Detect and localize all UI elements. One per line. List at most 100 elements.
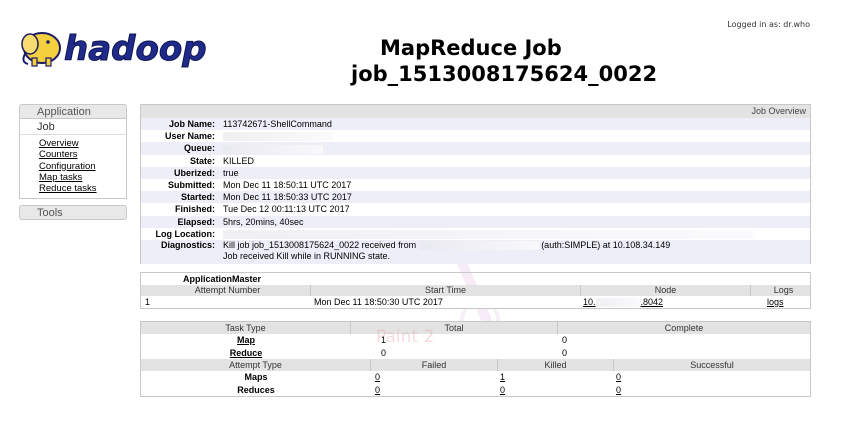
table-row: Reduce 0 0 [141,346,810,360]
attempt-header-row: Attempt Type Failed Killed Successful [141,359,810,371]
attempt-type: Maps [244,372,268,382]
attempt-killed-cell: 0 [498,384,614,397]
page-title-line1: MapReduce Job [380,36,562,60]
task-type-cell: Map [141,334,351,347]
table-row: Maps 0 1 0 [141,371,810,384]
am-header-node: Node [581,285,751,296]
table-row: Map 1 0 [141,334,810,347]
redacted-node [595,298,641,308]
overview-row-uberized: Uberized: true [141,166,810,179]
overview-row-started: Started: Mon Dec 11 18:50:33 UTC 2017 [141,191,810,204]
map-tasks-link[interactable]: Map [237,335,255,345]
sidebar-application-header[interactable]: Application [19,104,127,119]
overview-key: Finished: [175,204,215,215]
application-master-title: ApplicationMaster [183,274,262,284]
overview-key: Queue: [183,143,215,154]
job-overview-table: Job Overview Job Name: 113742671-ShellCom… [140,104,811,264]
table-row: 1 Mon Dec 11 18:50:30 UTC 2017 10. .8042 … [141,296,810,308]
overview-row-user-name: User Name: [141,130,810,143]
diagnostics-line-1-start: Kill job job_1513008175624_0022 received… [223,239,417,250]
overview-value: Mon Dec 11 18:50:33 UTC 2017 [223,192,352,203]
reduce-tasks-link[interactable]: Reduce [230,348,263,358]
maps-failed-link[interactable]: 0 [375,372,380,382]
sidebar: Application Job Overview Counters Config… [19,104,127,221]
overview-row-diagnostics: Diagnostics: Kill job job_1513008175624_… [141,239,810,264]
overview-value: true [223,167,239,178]
redacted-queue [223,144,323,154]
hadoop-logo-icon: hadoop [21,29,207,70]
reduces-successful-link[interactable]: 0 [616,385,621,395]
task-header-row: Task Type Total Complete [141,322,810,334]
application-master-table: ApplicationMaster Attempt Number Start T… [140,272,811,309]
attempt-header-type: Attempt Type [141,359,371,371]
attempt-failed-cell: 0 [371,371,498,384]
overview-key: State: [189,155,215,166]
attempt-type: Reduces [237,384,275,395]
am-node-link-start: 10. [583,297,596,307]
overview-value [219,142,810,154]
overview-row-submitted: Submitted: Mon Dec 11 18:50:11 UTC 2017 [141,178,810,192]
overview-value: Tue Dec 12 00:11:13 UTC 2017 [223,204,350,215]
svg-text:hadoop: hadoop [64,29,207,69]
overview-key: Submitted: [168,179,215,190]
logged-in-text: Logged in as: dr.who [727,20,810,29]
sidebar-link-counters[interactable]: Counters [39,149,126,160]
am-logs-cell: logs [751,296,810,308]
sidebar-link-reduce-tasks[interactable]: Reduce tasks [39,183,126,194]
attempt-successful-cell: 0 [614,371,810,384]
overview-row-elapsed: Elapsed: 5hrs, 20mins, 40sec [141,215,810,228]
sidebar-job-section: Job Overview Counters Configuration Map … [19,119,127,200]
overview-key: Diagnostics: [160,239,215,250]
am-node-link-end: .8042 [640,297,664,307]
attempt-header-successful: Successful [690,360,734,370]
task-header-complete: Complete [664,323,704,333]
diagnostics-line-1-end: (auth:SIMPLE) at 10.108.34.149 [541,239,671,250]
redacted-log-location [223,229,753,239]
table-row: Reduces 0 0 0 [141,383,810,397]
overview-row-finished: Finished: Tue Dec 12 00:11:13 UTC 2017 [141,203,810,216]
diagnostics-text: Kill job job_1513008175624_0022 received… [219,240,670,264]
attempt-successful-cell: 0 [614,384,810,397]
overview-row-log-location: Log Location: [141,227,810,240]
overview-row-queue: Queue: [141,142,810,155]
overview-key: Elapsed: [177,216,215,227]
am-attempt-number: 1 [145,297,151,307]
am-header-logs: Logs [773,285,794,295]
sidebar-job-header[interactable]: Job [20,119,126,135]
reduces-failed-link[interactable]: 0 [375,385,380,395]
sidebar-link-map-tasks[interactable]: Map tasks [39,172,126,183]
am-start-time: Mon Dec 11 18:50:30 UTC 2017 [314,297,443,307]
page-title-job-id: job_1513008175624_0022 [351,62,658,86]
overview-value [219,130,810,142]
sidebar-link-overview[interactable]: Overview [39,138,126,149]
sidebar-tools-header[interactable]: Tools [19,205,127,221]
overview-value: 113742671-ShellCommand [223,119,332,129]
am-node-link[interactable]: 10. .8042 [583,297,664,308]
overview-value: Mon Dec 11 18:50:11 UTC 2017 [223,179,352,190]
job-overview-header: Job Overview [141,105,810,118]
overview-key: Started: [180,192,215,203]
overview-key: Log Location: [155,228,216,239]
task-header-type: Task Type [141,322,351,334]
overview-value: 5hrs, 20mins, 40sec [223,216,304,227]
diagnostics-line-1: Kill job job_1513008175624_0022 received… [223,240,670,252]
maps-killed-link[interactable]: 1 [500,372,505,382]
task-total: 0 [381,347,387,358]
task-complete: 0 [562,335,568,345]
sidebar-link-configuration[interactable]: Configuration [39,161,126,172]
overview-value: KILLED [223,155,255,166]
overview-key: Uberized: [173,167,215,178]
redacted-user [223,132,333,142]
maps-successful-link[interactable]: 0 [616,372,621,382]
am-header-row: Attempt Number Start Time Node Logs [141,285,810,296]
attempt-failed-cell: 0 [371,384,498,397]
paint2-watermark: Paint 2 [376,327,435,347]
task-complete: 0 [562,347,568,358]
diagnostics-line-2: Job received Kill while in RUNNING state… [223,251,391,262]
task-summary-table: Paint 2 Task Type Total Complete Map 1 0… [140,321,811,397]
task-type-cell: Reduce [141,347,351,360]
overview-value [219,228,810,240]
reduces-killed-link[interactable]: 0 [500,385,505,395]
am-logs-link[interactable]: logs [767,297,784,307]
redacted-user-host [418,241,539,250]
